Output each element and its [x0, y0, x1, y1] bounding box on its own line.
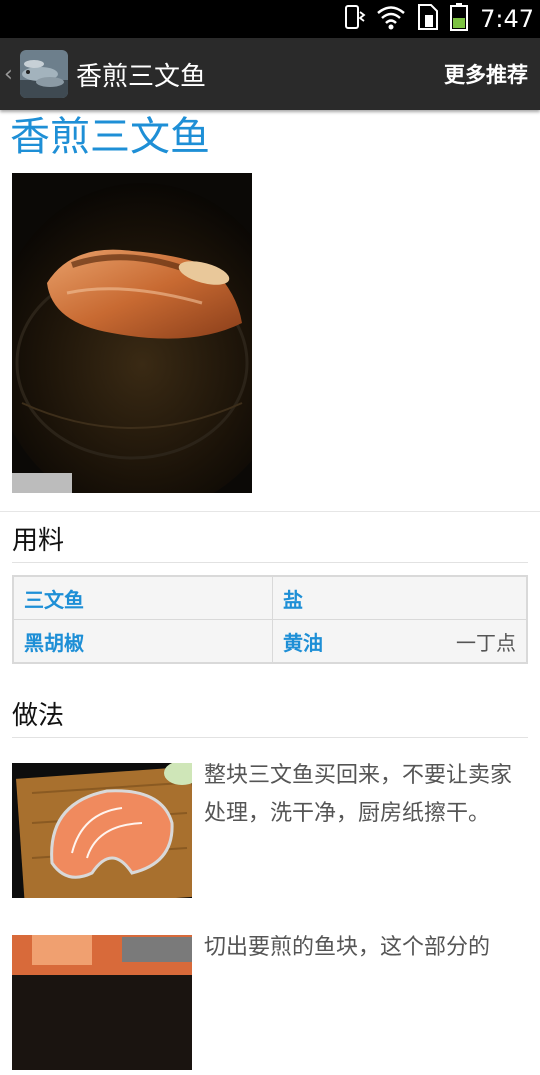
ingredients-heading: 用料: [12, 526, 65, 556]
clock: 7:47: [480, 5, 534, 33]
chevron-left-icon: ‹: [4, 61, 13, 87]
step-item[interactable]: 整块三文鱼买回来，不要让卖家处理，洗干净，厨房纸擦干。: [12, 761, 528, 909]
step-text: 整块三文鱼买回来，不要让卖家处理，洗干净，厨房纸擦干。: [204, 763, 513, 826]
ingredients-table: 三文鱼 盐 黑胡椒 黄油 一丁点: [12, 575, 528, 664]
up-button[interactable]: ‹: [0, 38, 68, 110]
wifi-icon: [376, 4, 406, 34]
action-bar: ‹ 香煎三文鱼 更多推荐: [0, 38, 540, 110]
ingredient-name[interactable]: 三文鱼: [24, 584, 84, 613]
table-row: 黑胡椒 黄油 一丁点: [12, 619, 528, 664]
method-heading: 做法: [12, 701, 65, 731]
ingredient-name[interactable]: 黑胡椒: [24, 627, 84, 656]
recipe-title: 香煎三文鱼: [10, 114, 210, 160]
ingredient-name[interactable]: 黄油: [283, 627, 323, 656]
step-item[interactable]: 切出要煎的鱼块，这个部分的: [12, 935, 528, 1075]
step-image[interactable]: [12, 761, 200, 909]
action-bar-title: 香煎三文鱼: [76, 61, 207, 92]
table-row: 三文鱼 盐: [12, 575, 528, 620]
ingredient-cell[interactable]: 盐: [272, 575, 528, 620]
recipe-hero-image[interactable]: [0, 173, 292, 513]
section-rule: [12, 562, 528, 563]
vibrate-icon: [340, 4, 366, 34]
ingredient-qty: 一丁点: [456, 630, 516, 655]
ingredient-name[interactable]: 盐: [283, 584, 303, 613]
sim-icon: [416, 3, 440, 35]
app-icon: [20, 50, 68, 98]
divider: [0, 511, 540, 512]
battery-icon: [450, 3, 469, 35]
ingredient-cell[interactable]: 黑胡椒: [12, 619, 273, 664]
ingredient-cell[interactable]: 三文鱼: [12, 575, 273, 620]
ingredient-cell[interactable]: 黄油 一丁点: [272, 619, 528, 664]
status-icons: 7:47: [340, 0, 534, 38]
step-text: 切出要煎的鱼块，这个部分的: [204, 935, 491, 960]
more-recommendations-button[interactable]: 更多推荐: [444, 38, 528, 110]
step-image[interactable]: [12, 935, 192, 1070]
section-rule: [12, 737, 528, 738]
status-bar: 7:47: [0, 0, 540, 38]
